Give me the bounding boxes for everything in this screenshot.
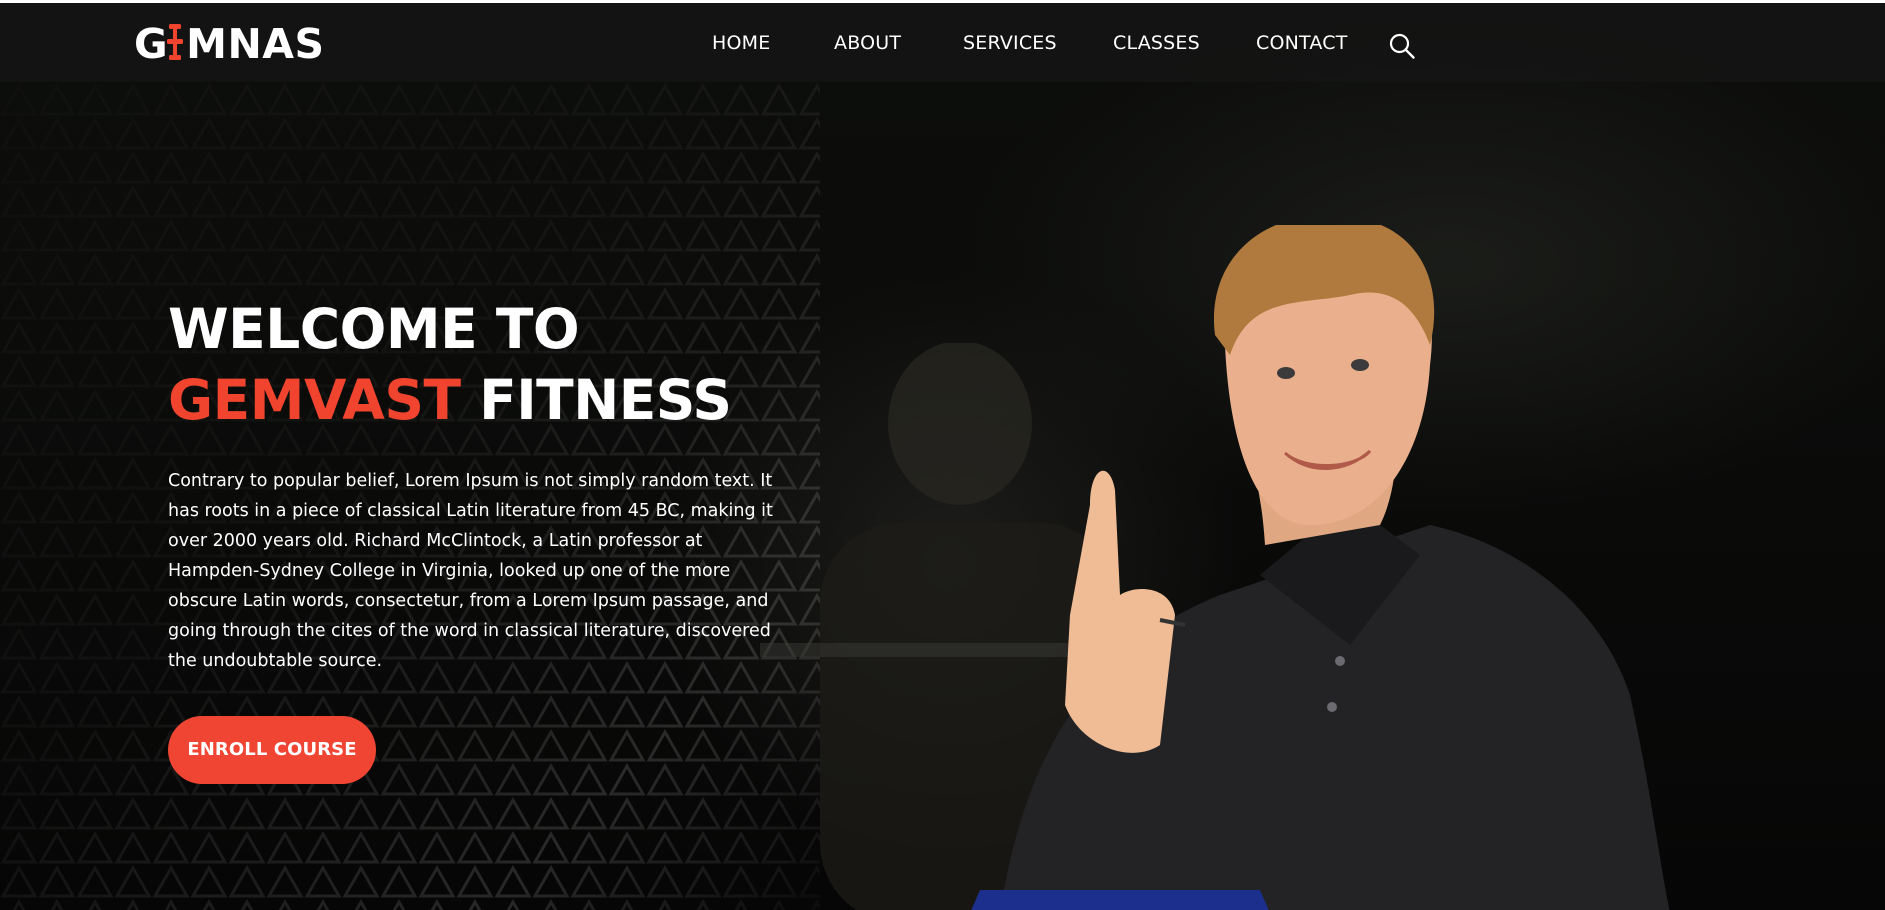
nav-services[interactable]: SERVICES: [963, 29, 1057, 57]
hero-title-accent: GEMVAST: [168, 368, 461, 432]
nav-home[interactable]: HOME: [712, 29, 770, 57]
trainer-image: [971, 225, 1670, 910]
dumbbell-icon: [167, 24, 184, 60]
nav-contact[interactable]: CONTACT: [1256, 29, 1348, 57]
enroll-course-button[interactable]: ENROLL COURSE: [168, 716, 376, 784]
top-navbar: G MNAS HOME ABOUT SERVICES CLASSES CONTA…: [0, 3, 1885, 82]
hero-title-rest: FITNESS: [479, 368, 732, 432]
search-icon[interactable]: [1388, 32, 1416, 60]
nav-classes[interactable]: CLASSES: [1113, 29, 1200, 57]
nav-about[interactable]: ABOUT: [834, 29, 901, 57]
logo-text-suffix: MNAS: [186, 20, 325, 68]
hero-description: Contrary to popular belief, Lorem Ipsum …: [168, 471, 773, 671]
brand-logo[interactable]: G MNAS: [134, 21, 325, 67]
hero-title-line2: GEMVAST FITNESS: [168, 367, 732, 433]
hero-title-line1: WELCOME TO: [168, 297, 580, 361]
